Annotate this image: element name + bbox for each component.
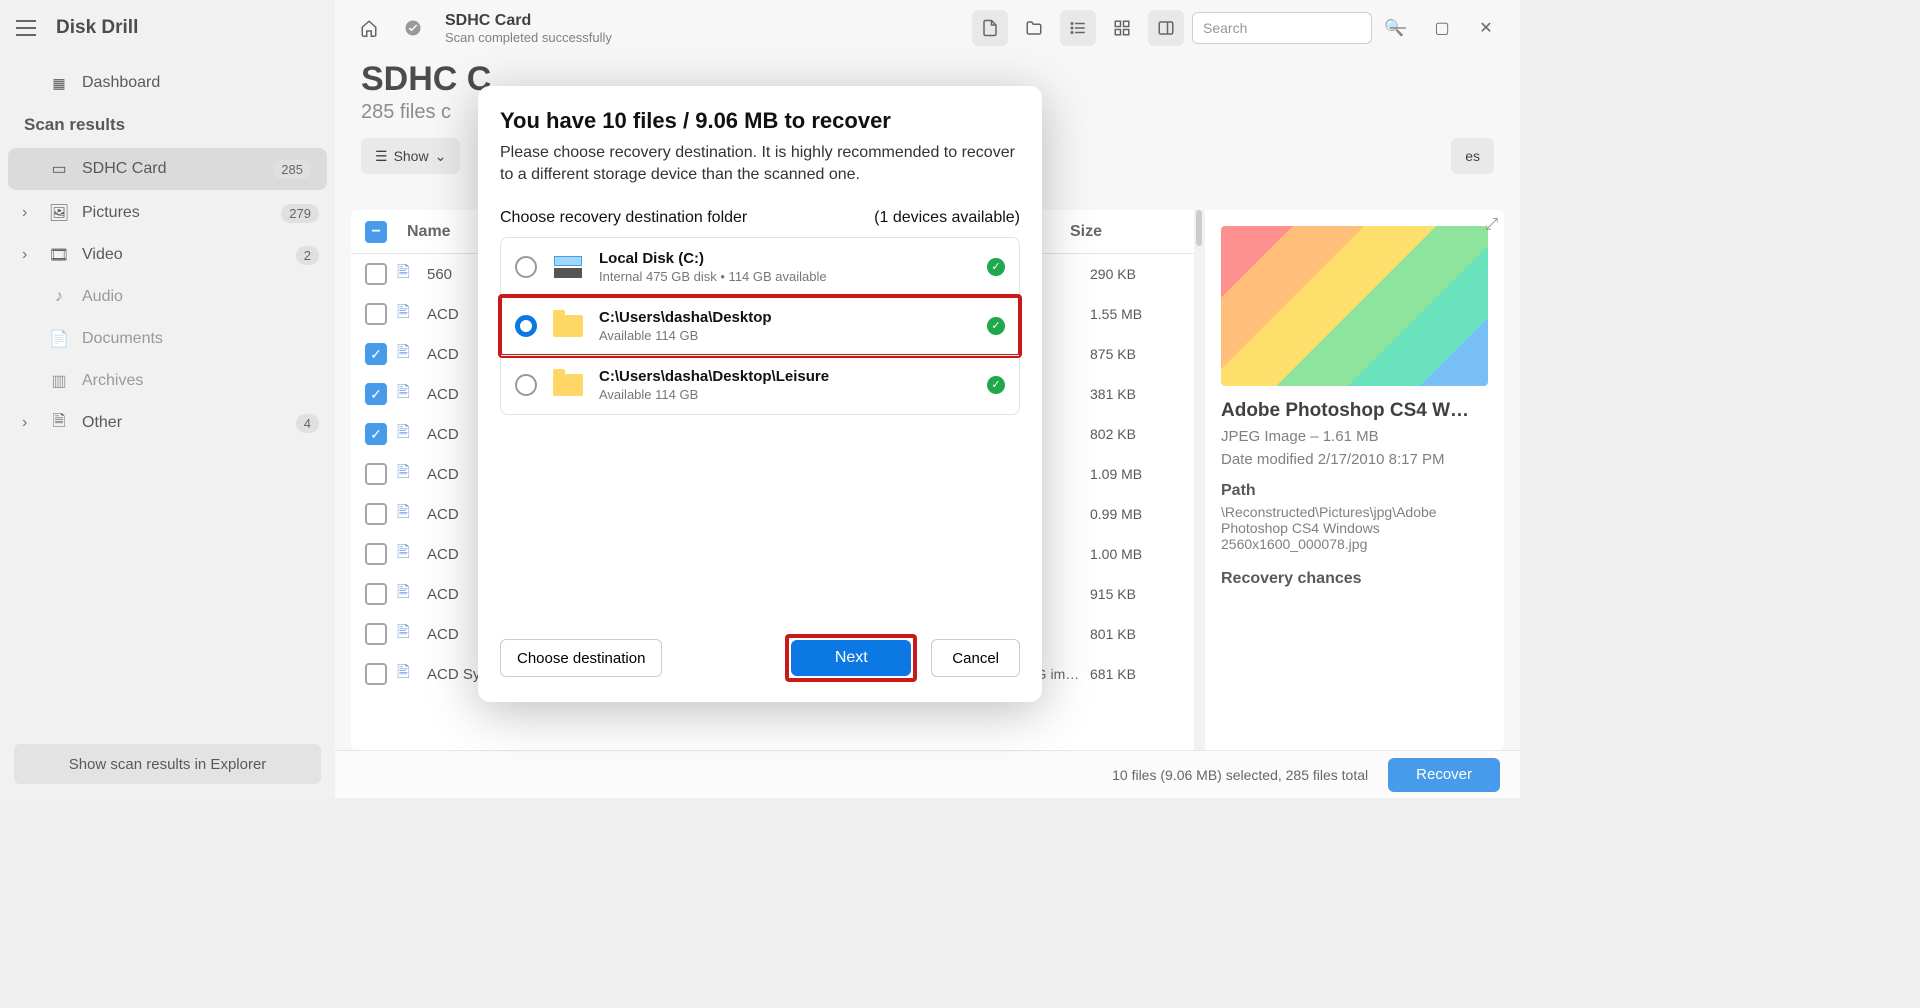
destination-name: C:\Users\dasha\Desktop [599,309,973,326]
next-button[interactable]: Next [791,640,911,676]
modal-devices-label: (1 devices available) [874,209,1020,227]
recovery-destination-modal: You have 10 files / 9.06 MB to recover P… [478,86,1042,702]
choose-destination-button[interactable]: Choose destination [500,639,662,677]
destination-name: C:\Users\dasha\Desktop\Leisure [599,368,973,385]
ok-icon: ✓ [987,376,1005,394]
ok-icon: ✓ [987,317,1005,335]
destination-radio[interactable] [515,374,537,396]
destination-sub: Available 114 GB [599,387,973,402]
ok-icon: ✓ [987,258,1005,276]
modal-description: Please choose recovery destination. It i… [500,142,1020,187]
modal-choose-label: Choose recovery destination folder [500,209,747,227]
destination-radio[interactable] [515,256,537,278]
destination-name: Local Disk (C:) [599,250,973,267]
destination-radio[interactable] [515,315,537,337]
cancel-button[interactable]: Cancel [931,639,1020,677]
destination-item[interactable]: C:\Users\dasha\Desktop Available 114 GB ✓ [501,296,1019,355]
destination-sub: Internal 475 GB disk • 114 GB available [599,269,973,284]
destination-item[interactable]: C:\Users\dasha\Desktop\Leisure Available … [501,355,1019,414]
destination-sub: Available 114 GB [599,328,973,343]
destination-item[interactable]: Local Disk (C:) Internal 475 GB disk • 11… [501,238,1019,296]
modal-title: You have 10 files / 9.06 MB to recover [500,108,1020,134]
